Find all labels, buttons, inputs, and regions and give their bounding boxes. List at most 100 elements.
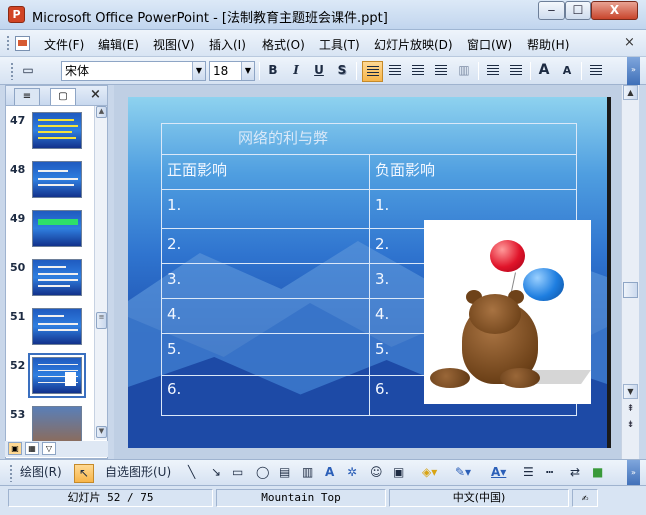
slide-number: 50: [10, 261, 26, 274]
current-slide[interactable]: 网络的利与弊 正面影响 负面影响 1. 1. 2. 2. 3. 3. 4. 4.…: [128, 97, 611, 448]
scroll-down-icon[interactable]: ▼: [96, 426, 107, 438]
bear-balloon-clipart[interactable]: [424, 220, 591, 404]
align-center-button[interactable]: [385, 61, 405, 82]
grip-handle[interactable]: [10, 62, 14, 80]
bear-leg: [430, 368, 470, 388]
distribute-button[interactable]: [431, 61, 451, 82]
slide-sorter-icon[interactable]: ▦: [25, 442, 39, 455]
arrow-style-icon[interactable]: ⇄: [570, 464, 580, 483]
preview-line: [38, 125, 78, 127]
doc-close-icon[interactable]: ×: [624, 35, 635, 50]
distribute-icon: [435, 65, 447, 77]
scroll-up-icon[interactable]: ▲: [623, 85, 638, 100]
numbering-button[interactable]: [483, 61, 503, 82]
preview-line: [38, 184, 74, 186]
menu-file[interactable]: 文件(F): [44, 36, 84, 53]
numbered-list-icon: [487, 65, 499, 77]
arrow-tool-icon[interactable]: ↘: [211, 464, 221, 483]
shadow-button[interactable]: S: [333, 61, 351, 82]
pane-close-icon[interactable]: ×: [90, 87, 101, 102]
slide-thumbnail-50[interactable]: 50: [6, 259, 94, 305]
font-color-icon[interactable]: A▾: [491, 464, 506, 483]
slide-thumbnail-51[interactable]: 51: [6, 308, 94, 354]
tab-outline[interactable]: ≡: [14, 88, 40, 105]
draw-menu[interactable]: 绘图(R): [20, 464, 62, 483]
slide-preview: [28, 353, 86, 398]
bear-head: [469, 294, 521, 334]
bear-leg: [500, 368, 540, 388]
oval-tool-icon[interactable]: ◯: [256, 464, 269, 483]
align-left-button[interactable]: [362, 61, 383, 82]
wordart-icon[interactable]: A: [325, 464, 334, 483]
normal-view-icon[interactable]: ▣: [8, 442, 22, 455]
columns-button[interactable]: ▥: [454, 61, 474, 82]
preview-line: [38, 178, 78, 180]
menu-view[interactable]: 视图(V): [153, 36, 195, 53]
toolbar-options-icon[interactable]: »: [627, 57, 640, 85]
new-slide-button[interactable]: ▭: [18, 61, 38, 82]
underline-button[interactable]: U: [310, 61, 328, 82]
line-tool-icon[interactable]: ╲: [188, 464, 195, 483]
scroll-thumb[interactable]: [623, 282, 638, 298]
grow-font-button[interactable]: A: [534, 61, 554, 82]
menu-help[interactable]: 帮助(H): [527, 36, 569, 53]
slide-thumbnail-48[interactable]: 48: [6, 161, 94, 207]
indent-button[interactable]: [586, 61, 606, 82]
menu-format[interactable]: 格式(O): [262, 36, 305, 53]
menu-insert[interactable]: 插入(I): [209, 36, 246, 53]
minimize-button[interactable]: ‒: [538, 1, 565, 20]
slide-preview: [32, 406, 82, 442]
shrink-font-button[interactable]: A: [557, 61, 577, 82]
line-style-icon[interactable]: ☰: [523, 464, 534, 483]
maximize-button[interactable]: ☐: [565, 1, 591, 20]
pane-tabs: ≡ ▢ ×: [6, 86, 107, 106]
close-button[interactable]: X: [591, 1, 638, 20]
bold-button[interactable]: B: [264, 61, 282, 82]
next-slide-icon[interactable]: ⇟: [623, 419, 638, 433]
menu-tools[interactable]: 工具(T): [319, 36, 360, 53]
tab-slides[interactable]: ▢: [50, 88, 76, 105]
select-pointer-icon[interactable]: ↖: [74, 464, 94, 483]
chevron-down-icon[interactable]: ▼: [192, 62, 205, 80]
textbox-tool-icon[interactable]: ▤: [279, 464, 290, 483]
bullets-button[interactable]: [506, 61, 526, 82]
menu-slideshow[interactable]: 幻灯片放映(D): [374, 36, 453, 53]
slide-thumbnail-52[interactable]: 52: [6, 353, 94, 403]
menu-edit[interactable]: 编辑(E): [98, 36, 139, 53]
fill-color-icon[interactable]: ◈▾: [422, 464, 437, 483]
separator: [530, 62, 531, 80]
spelling-check-icon[interactable]: ✍: [572, 489, 598, 507]
font-size-select[interactable]: 18 ▼: [209, 61, 255, 81]
diagram-icon[interactable]: ✲: [347, 464, 357, 483]
scroll-thumb[interactable]: ≡: [96, 312, 107, 329]
menu-bar: 文件(F) 编辑(E) 视图(V) 插入(I) 格式(O) 工具(T) 幻灯片放…: [0, 30, 646, 57]
view-buttons: ▣ ▦ ▽: [5, 441, 108, 457]
vertical-scrollbar[interactable]: ▲ ▼ ⇞ ⇟: [621, 85, 639, 459]
grip-handle[interactable]: [6, 35, 10, 52]
blue-balloon: [523, 268, 564, 301]
menu-window[interactable]: 窗口(W): [467, 36, 512, 53]
picture-icon[interactable]: ▣: [393, 464, 404, 483]
document-icon[interactable]: [15, 36, 30, 51]
line-color-icon[interactable]: ✎▾: [455, 464, 471, 483]
rectangle-tool-icon[interactable]: ▭: [232, 464, 243, 483]
slide-thumbnail-49[interactable]: 49: [6, 210, 94, 256]
dash-style-icon[interactable]: ┅: [546, 464, 553, 483]
slideshow-icon[interactable]: ▽: [42, 442, 56, 455]
grip-handle[interactable]: [9, 464, 13, 482]
slide-thumbnail-47[interactable]: 47: [6, 112, 94, 158]
align-right-button[interactable]: [408, 61, 428, 82]
previous-slide-icon[interactable]: ⇞: [623, 403, 638, 417]
slide-thumbnail-53[interactable]: 53: [6, 406, 94, 442]
autoshapes-menu[interactable]: 自选图形(U): [105, 464, 171, 483]
font-select[interactable]: 宋体 ▼: [61, 61, 206, 81]
shadow-style-icon[interactable]: ■: [592, 464, 603, 483]
chevron-down-icon[interactable]: ▼: [241, 62, 254, 80]
italic-button[interactable]: I: [287, 61, 305, 82]
scroll-down-icon[interactable]: ▼: [623, 384, 638, 399]
thumbnail-scrollbar[interactable]: ▲ ≡ ▼: [94, 106, 107, 440]
vertical-textbox-icon[interactable]: ▥: [302, 464, 313, 483]
scroll-up-icon[interactable]: ▲: [96, 106, 107, 118]
clipart-icon[interactable]: ☺: [370, 464, 383, 483]
toolbar-options-icon[interactable]: »: [627, 460, 640, 486]
